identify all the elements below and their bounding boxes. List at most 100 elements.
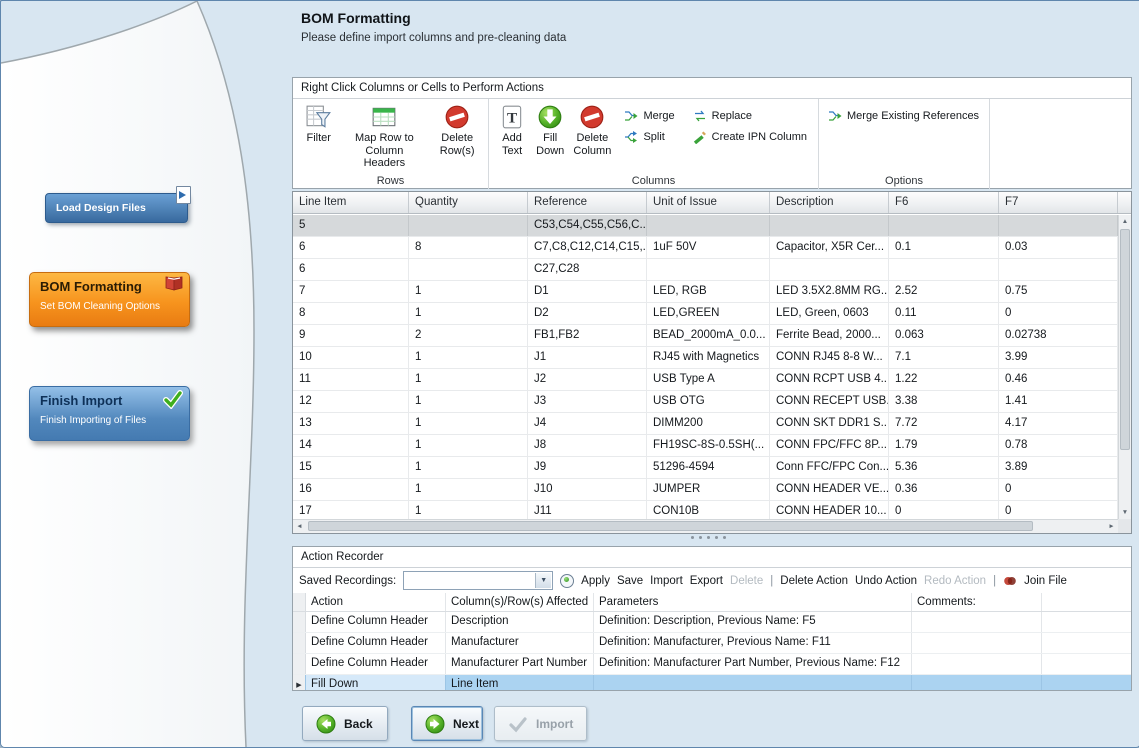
grid-cell[interactable] — [770, 215, 889, 236]
grid-cell[interactable] — [770, 259, 889, 280]
scroll-right-icon[interactable] — [1105, 520, 1118, 533]
recorder-column-parameters[interactable]: Parameters — [594, 593, 912, 611]
recorder-cell[interactable]: Define Column Header — [306, 633, 446, 653]
grid-cell[interactable]: D2 — [528, 303, 647, 324]
horizontal-scroll-thumb[interactable] — [308, 521, 1033, 531]
grid-cell[interactable]: CONN HEADER VE... — [770, 479, 889, 500]
grid-cell[interactable]: 2 — [409, 325, 528, 346]
grid-cell[interactable]: 0 — [999, 303, 1118, 324]
column-header-reference[interactable]: Reference — [528, 192, 647, 213]
merge-button[interactable]: Merge — [619, 105, 679, 126]
grid-cell[interactable]: 1 — [409, 413, 528, 434]
grid-cell[interactable]: Conn FFC/FPC Con... — [770, 457, 889, 478]
undo-action-button[interactable]: Undo Action — [855, 575, 917, 587]
import-recording-button[interactable]: Import — [650, 575, 683, 587]
recorder-row[interactable]: Define Column HeaderDescriptionDefinitio… — [293, 612, 1131, 633]
grid-row[interactable]: 151J951296-4594Conn FFC/FPC Con...5.363.… — [293, 457, 1118, 479]
grid-row[interactable]: 141J8FH19SC-8S-0.5SH(...CONN FPC/FFC 8P.… — [293, 435, 1118, 457]
recorder-column-comments[interactable]: Comments: — [912, 593, 1042, 611]
grid-cell[interactable]: C27,C28 — [528, 259, 647, 280]
fill-down-button[interactable]: Fill Down — [531, 101, 569, 160]
column-header-f7[interactable]: F7 — [999, 192, 1118, 213]
grid-cell[interactable]: LED 3.5X2.8MM RG... — [770, 281, 889, 302]
grid-cell[interactable]: FH19SC-8S-0.5SH(... — [647, 435, 770, 456]
grid-cell[interactable]: J8 — [528, 435, 647, 456]
grid-cell[interactable]: 1.41 — [999, 391, 1118, 412]
add-text-button[interactable]: T Add Text — [493, 101, 531, 160]
delete-action-button[interactable]: Delete Action — [780, 575, 848, 587]
grid-cell[interactable]: C7,C8,C12,C14,C15,... — [528, 237, 647, 258]
grid-cell[interactable]: 7.1 — [889, 347, 999, 368]
grid-row[interactable]: 5C53,C54,C55,C56,C... — [293, 215, 1118, 237]
recorder-cell[interactable] — [912, 654, 1042, 674]
recorder-cell[interactable] — [594, 675, 912, 690]
grid-cell[interactable]: 1.22 — [889, 369, 999, 390]
grid-row[interactable]: 111J2USB Type ACONN RCPT USB 4...1.220.4… — [293, 369, 1118, 391]
recorder-cell[interactable] — [912, 612, 1042, 632]
grid-cell[interactable]: 16 — [293, 479, 409, 500]
recorder-row[interactable]: Define Column HeaderManufacturer Part Nu… — [293, 654, 1131, 675]
grid-cell[interactable] — [889, 259, 999, 280]
grid-cell[interactable]: 0.46 — [999, 369, 1118, 390]
grid-cell[interactable]: 13 — [293, 413, 409, 434]
grid-cell[interactable]: C53,C54,C55,C56,C... — [528, 215, 647, 236]
step-bom-formatting[interactable]: BOM Formatting Set BOM Cleaning Options — [29, 272, 190, 327]
grid-cell[interactable]: CONN RCPT USB 4... — [770, 369, 889, 390]
grid-cell[interactable] — [999, 215, 1118, 236]
grid-cell[interactable]: J9 — [528, 457, 647, 478]
grid-cell[interactable] — [647, 215, 770, 236]
grid-cell[interactable]: 11 — [293, 369, 409, 390]
grid-cell[interactable]: 4.17 — [999, 413, 1118, 434]
grid-row[interactable]: 161J10JUMPERCONN HEADER VE...0.360 — [293, 479, 1118, 501]
recorder-cell[interactable]: Definition: Manufacturer, Previous Name:… — [594, 633, 912, 653]
split-button[interactable]: Split — [619, 126, 679, 147]
grid-row[interactable]: 68C7,C8,C12,C14,C15,...1uF 50VCapacitor,… — [293, 237, 1118, 259]
grid-cell[interactable]: 8 — [293, 303, 409, 324]
recorder-column-affected[interactable]: Column(s)/Row(s) Affected — [446, 593, 594, 611]
grid-cell[interactable] — [409, 259, 528, 280]
grid-cell[interactable] — [647, 259, 770, 280]
recorder-cell[interactable]: Manufacturer — [446, 633, 594, 653]
recorder-cell[interactable]: Line Item — [446, 675, 594, 690]
create-ipn-column-button[interactable]: Create IPN Column — [688, 126, 812, 147]
back-button[interactable]: Back — [302, 706, 388, 741]
step-finish-import[interactable]: Finish Import Finish Importing of Files — [29, 386, 190, 441]
grid-cell[interactable]: 0.02738 — [999, 325, 1118, 346]
grid-cell[interactable] — [409, 215, 528, 236]
grid-cell[interactable]: 1 — [409, 435, 528, 456]
grid-row[interactable]: 121J3USB OTGCONN RECEPT USB...3.381.41 — [293, 391, 1118, 413]
grid-cell[interactable]: 5.36 — [889, 457, 999, 478]
grid-cell[interactable]: 15 — [293, 457, 409, 478]
apply-radio[interactable] — [560, 574, 574, 588]
grid-cell[interactable]: USB OTG — [647, 391, 770, 412]
scroll-up-icon[interactable] — [1119, 215, 1131, 228]
grid-row[interactable]: 71D1LED, RGBLED 3.5X2.8MM RG...2.520.75 — [293, 281, 1118, 303]
grid-cell[interactable]: J3 — [528, 391, 647, 412]
vertical-scroll-thumb[interactable] — [1120, 229, 1130, 450]
grid-row[interactable]: 131J4DIMM200CONN SKT DDR1 S...7.724.17 — [293, 413, 1118, 435]
grid-horizontal-scrollbar[interactable] — [293, 519, 1118, 533]
grid-cell[interactable]: J1 — [528, 347, 647, 368]
grid-cell[interactable]: Ferrite Bead, 2000... — [770, 325, 889, 346]
grid-cell[interactable]: 0.063 — [889, 325, 999, 346]
filter-button[interactable]: Filter — [297, 101, 340, 148]
grid-row[interactable]: 81D2LED,GREENLED, Green, 06030.110 — [293, 303, 1118, 325]
column-header-unit-of-issue[interactable]: Unit of Issue — [647, 192, 770, 213]
grid-row[interactable]: 171J11CON10BCONN HEADER 10...00 — [293, 501, 1118, 519]
scroll-left-icon[interactable] — [293, 520, 306, 533]
grid-cell[interactable]: LED, Green, 0603 — [770, 303, 889, 324]
grid-cell[interactable]: FB1,FB2 — [528, 325, 647, 346]
grid-cell[interactable]: 0.03 — [999, 237, 1118, 258]
grid-row[interactable]: 101J1RJ45 with MagneticsCONN RJ45 8-8 W.… — [293, 347, 1118, 369]
grid-cell[interactable]: 0 — [999, 501, 1118, 519]
column-header-f6[interactable]: F6 — [889, 192, 999, 213]
splitter-handle[interactable] — [691, 536, 731, 541]
grid-cell[interactable]: CON10B — [647, 501, 770, 519]
join-file-button[interactable]: Join File — [1024, 575, 1067, 587]
grid-cell[interactable]: 2.52 — [889, 281, 999, 302]
grid-cell[interactable]: BEAD_2000mA_0.0... — [647, 325, 770, 346]
recorder-cell[interactable]: Manufacturer Part Number — [446, 654, 594, 674]
column-header-quantity[interactable]: Quantity — [409, 192, 528, 213]
grid-cell[interactable]: J11 — [528, 501, 647, 519]
export-recording-button[interactable]: Export — [690, 575, 723, 587]
